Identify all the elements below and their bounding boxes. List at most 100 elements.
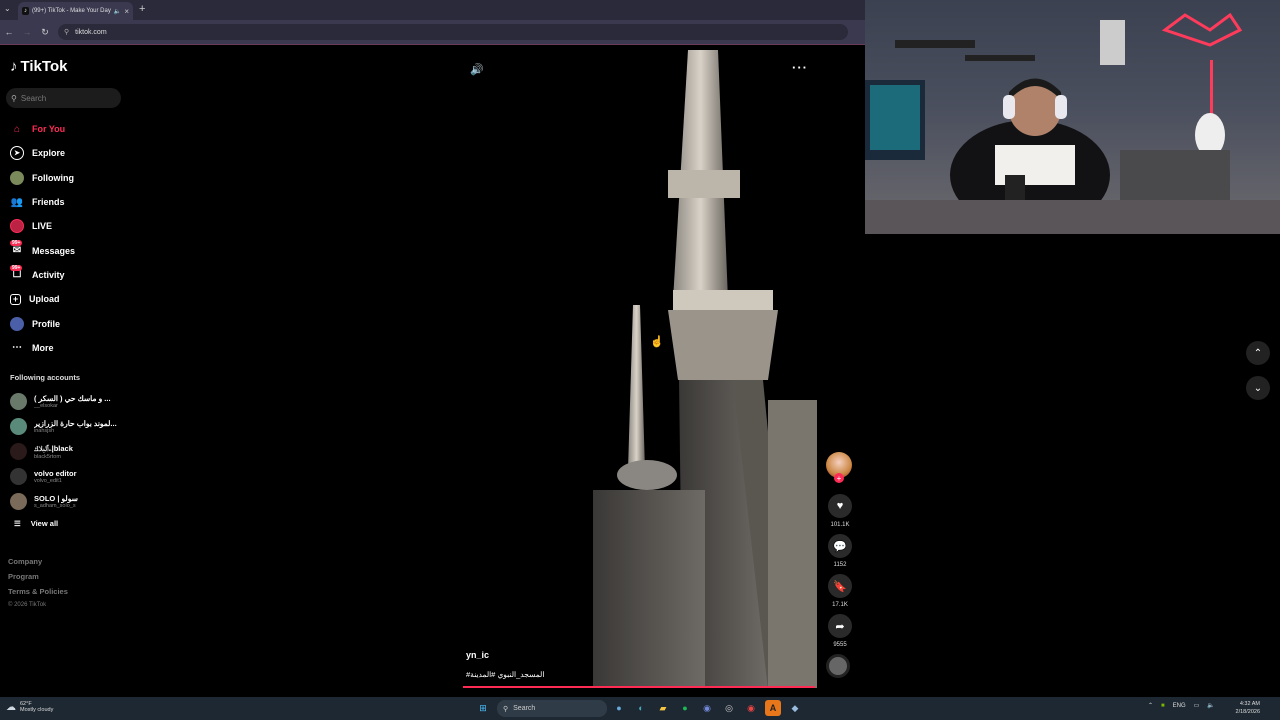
nav-label: Upload	[29, 294, 60, 305]
file-explorer-icon[interactable]: ▰	[655, 700, 671, 716]
video-actions: + ♥ 101.1K 💬 1152 🔖 17.1K ➦ 9555	[826, 452, 854, 678]
nav-friends[interactable]: 👥 Friends	[10, 190, 130, 214]
video-progress-bar[interactable]	[463, 686, 815, 688]
obs-icon[interactable]: ◎	[721, 700, 737, 716]
avatar	[10, 393, 27, 410]
account-username: __elsokar	[34, 403, 58, 409]
close-tab-icon[interactable]: ×	[124, 7, 129, 16]
previous-video-button[interactable]: ⌃	[1246, 341, 1270, 365]
nav-label: Friends	[32, 197, 65, 208]
account-username: black5rtom	[34, 453, 61, 460]
windows-taskbar: ☁ 62°F Mostly cloudy ⊞ ⚲ Search ● ◐ ▰ ● …	[0, 697, 1280, 720]
taskbar-search-label: Search	[513, 705, 536, 712]
nav-profile[interactable]: Profile	[10, 311, 130, 335]
url-field[interactable]: ⚲ tiktok.com	[58, 24, 848, 40]
network-icon[interactable]: ▭	[1194, 702, 1200, 709]
nav-more[interactable]: ⋯ More	[10, 336, 130, 360]
weather-widget[interactable]: ☁ 62°F Mostly cloudy	[6, 701, 53, 713]
pinned-apps: ● ◐ ▰ ● ◉ ◎ ◉ A ◆	[611, 700, 803, 716]
forward-button[interactable]: →	[18, 27, 36, 37]
following-account[interactable]: ( السكر ) و ماسك حي ... __elsokar	[10, 389, 130, 414]
following-account[interactable]: لموند بواب حارة الزرازير... inahsjsh	[10, 414, 130, 439]
following-accounts-heading: Following accounts	[10, 373, 81, 382]
app-orange-icon[interactable]: A	[765, 700, 781, 716]
share-count: 9555	[833, 642, 847, 648]
main-nav: ⌂ For You ➤ Explore Following 👥 Friends …	[10, 117, 130, 360]
tiktok-favicon-icon: ♪	[22, 7, 29, 15]
streamer-webcam-image	[865, 12, 1280, 234]
creator-avatar[interactable]: +	[826, 452, 852, 483]
comment-action[interactable]: 💬 1152	[826, 534, 854, 568]
speaker-icon: 🔈	[113, 8, 122, 15]
spotify-icon[interactable]: ●	[677, 700, 693, 716]
search-placeholder: Search	[20, 93, 47, 103]
video-player[interactable]	[463, 50, 817, 688]
avatar	[10, 493, 27, 510]
taskbar-clock[interactable]: 4:32 AM 2/18/2026	[1228, 700, 1260, 716]
following-avatar-icon	[10, 170, 24, 185]
site-info-icon[interactable]: ⚲	[64, 28, 69, 36]
following-account[interactable]: SOLO | سولو s_adham_solo_s	[10, 489, 130, 514]
search-input[interactable]: ⚲ Search	[6, 88, 121, 108]
nav-label: More	[32, 342, 54, 353]
speaker-mute-icon[interactable]: 🔊	[470, 63, 484, 76]
nvidia-icon[interactable]: ■	[1161, 703, 1165, 709]
sound-disc-icon[interactable]	[826, 654, 850, 678]
view-all-button[interactable]: ☰ View all	[10, 514, 130, 532]
tiktok-logo[interactable]: ♪ TikTok	[10, 58, 67, 75]
language-indicator[interactable]: ENG	[1173, 703, 1186, 709]
taskbar-search[interactable]: ⚲ Search	[497, 700, 607, 717]
bookmark-icon[interactable]: 🔖	[828, 574, 852, 598]
like-action[interactable]: ♥ 101.1K	[826, 494, 854, 528]
copilot-icon[interactable]: ●	[611, 700, 627, 716]
new-tab-button[interactable]: +	[139, 3, 145, 15]
footer-link-program[interactable]: Program	[8, 572, 68, 587]
copyright-text: © 2026 TikTok	[8, 602, 47, 608]
compass-icon: ➤	[10, 146, 24, 161]
steam-icon[interactable]: ◆	[787, 700, 803, 716]
nav-live[interactable]: LIVE	[10, 214, 130, 238]
browser-tab-tiktok[interactable]: ♪ (99+) TikTok - Make Your Day 🔈 ×	[18, 2, 133, 20]
nav-messages[interactable]: ✉ 99+ Messages	[10, 238, 130, 262]
url-text: tiktok.com	[75, 28, 107, 36]
chevron-up-icon[interactable]: ⌃	[1148, 702, 1153, 709]
video-caption[interactable]: #المسجد_النبوي #المدينة	[466, 670, 544, 679]
search-icon: ⚲	[11, 93, 17, 103]
nav-activity[interactable]: ☐ 99+ Activity	[10, 263, 130, 287]
heart-icon[interactable]: ♥	[828, 494, 852, 518]
comment-icon[interactable]: 💬	[828, 534, 852, 558]
more-options-icon[interactable]: ···	[792, 60, 808, 75]
footer-link-company[interactable]: Company	[8, 557, 68, 572]
video-author[interactable]: yn_ic	[466, 650, 489, 660]
edge-icon[interactable]: ◐	[633, 700, 649, 716]
chrome-icon[interactable]: ◉	[743, 700, 759, 716]
nav-following[interactable]: Following	[10, 166, 130, 190]
tab-title: (99+) TikTok - Make Your Day	[31, 8, 111, 14]
nav-upload[interactable]: + Upload	[10, 287, 130, 311]
footer-link-terms[interactable]: Terms & Policies	[8, 587, 68, 602]
chevron-up-icon: ⌃	[1253, 347, 1263, 359]
nav-label: For You	[32, 124, 66, 135]
upload-icon: +	[10, 293, 21, 305]
windows-start-icon[interactable]: ⊞	[475, 700, 491, 716]
tab-menu-icon[interactable]: ⌄	[4, 4, 11, 13]
following-account[interactable]: ۦآلبلاك|black black5rtom	[10, 439, 130, 464]
share-icon[interactable]: ➦	[828, 614, 852, 638]
save-count: 17.1K	[832, 602, 848, 608]
mosque-minaret-image	[593, 50, 817, 688]
logo-text: TikTok	[20, 58, 68, 75]
share-action[interactable]: ➦ 9555	[826, 614, 854, 648]
discord-icon[interactable]: ◉	[699, 700, 715, 716]
volume-icon[interactable]: 🔈	[1207, 702, 1214, 709]
follow-plus-icon[interactable]: +	[834, 473, 844, 483]
sidebar-footer: Company Program Terms & Policies © 2026 …	[8, 557, 68, 617]
account-username: inahsjsh	[34, 428, 55, 434]
nav-for-you[interactable]: ⌂ For You	[10, 117, 130, 141]
back-button[interactable]: ←	[0, 27, 18, 37]
next-video-button[interactable]: ⌄	[1246, 376, 1270, 400]
following-account[interactable]: volvo editor volvo_edit1	[10, 464, 130, 489]
nav-explore[interactable]: ➤ Explore	[10, 141, 130, 165]
search-icon: ⚲	[503, 705, 509, 713]
reload-button[interactable]: ↻	[36, 27, 54, 38]
save-action[interactable]: 🔖 17.1K	[826, 574, 854, 608]
